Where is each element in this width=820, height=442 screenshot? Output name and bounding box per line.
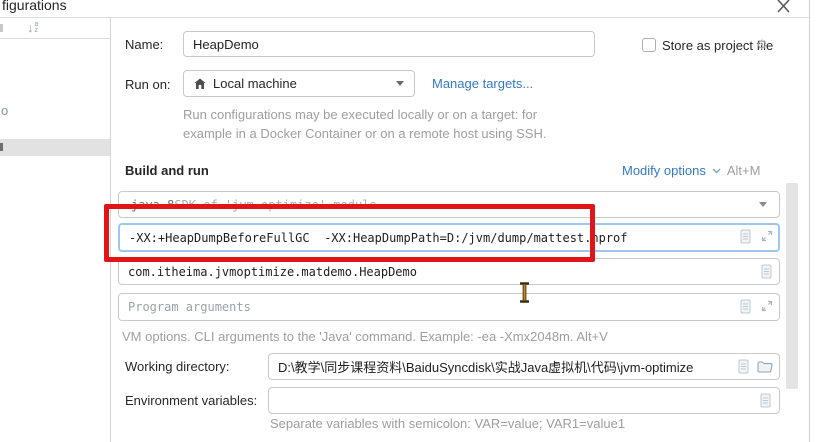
run-on-dropdown[interactable]: Local machine [183, 70, 415, 97]
macros-icon[interactable] [738, 359, 749, 374]
chevron-down-icon [396, 81, 404, 86]
jdk-description: SDK of 'jvm-optimize' module [174, 198, 376, 212]
home-icon [194, 78, 206, 90]
close-icon[interactable] [776, 0, 791, 14]
run-on-label: Run on: [125, 77, 171, 92]
modify-options-group: Modify options Alt+M [622, 163, 760, 178]
sidebar-item-partial[interactable]: o [1, 103, 8, 118]
store-as-project-file-checkbox[interactable] [642, 38, 656, 52]
store-settings-gear-icon[interactable]: ⚙ [756, 38, 768, 51]
ibeam-cursor [518, 282, 531, 303]
expand-field-icon[interactable] [761, 230, 773, 242]
sidebar-toolbar-divider [0, 38, 110, 39]
macros-icon[interactable] [740, 299, 751, 314]
macros-icon[interactable] [761, 264, 772, 279]
sidebar-item-selected[interactable] [0, 139, 110, 156]
toolbar-icon-fragment [0, 24, 3, 32]
run-on-value: Local machine [213, 76, 297, 91]
main-class-input[interactable] [118, 258, 780, 285]
scrollbar-thumb[interactable] [786, 183, 798, 389]
vm-options-input[interactable] [118, 223, 780, 252]
browse-folder-icon[interactable] [757, 361, 773, 373]
program-arguments-input[interactable] [118, 293, 780, 321]
jdk-name: java 8 [131, 198, 174, 212]
dialog-title: figurations [2, 0, 67, 13]
environment-variables-input[interactable] [268, 387, 780, 414]
modify-options-shortcut: Alt+M [727, 163, 761, 178]
environment-variables-label: Environment variables: [125, 393, 257, 408]
run-on-help-line2: example in a Docker Container or on a re… [183, 126, 546, 141]
sort-alphabetically-icon[interactable]: ↓ a z [27, 20, 38, 35]
name-label: Name: [125, 37, 163, 52]
expand-field-icon[interactable] [761, 300, 773, 312]
macros-icon[interactable] [740, 229, 751, 244]
run-on-help-line1: Run configurations may be executed local… [183, 107, 537, 122]
sidebar-item-fragment [0, 143, 3, 151]
working-directory-input[interactable] [268, 353, 780, 380]
modify-options-link[interactable]: Modify options [622, 163, 706, 178]
manage-targets-link[interactable]: Manage targets... [432, 76, 533, 91]
name-input[interactable] [183, 31, 595, 57]
sidebar-divider [110, 17, 111, 442]
build-and-run-heading: Build and run [125, 163, 209, 178]
dialog-right-border [809, 0, 810, 442]
environment-variables-help: Separate variables with semicolon: VAR=v… [270, 416, 625, 431]
macros-icon[interactable] [760, 393, 771, 408]
header-divider [0, 17, 810, 18]
chevron-down-icon [712, 168, 721, 174]
vm-options-help: VM options. CLI arguments to the 'Java' … [122, 329, 608, 344]
run-debug-configurations-dialog: figurations ↓ a z o Name: Store as proje… [0, 0, 820, 442]
jdk-dropdown[interactable]: java 8 SDK of 'jvm-optimize' module [118, 191, 780, 218]
chevron-down-icon [759, 202, 767, 207]
working-directory-label: Working directory: [125, 359, 230, 374]
